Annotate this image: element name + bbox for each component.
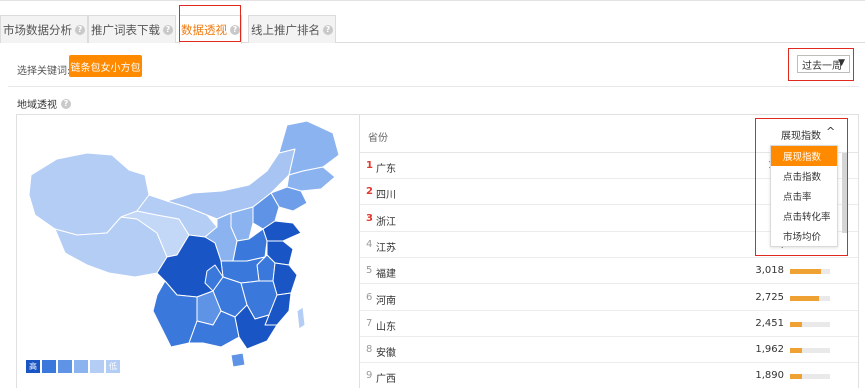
row-rank: 8 xyxy=(366,344,373,356)
row-bar-fill xyxy=(790,269,822,275)
row-province: 广西 xyxy=(376,374,396,386)
row-province: 河南 xyxy=(376,295,396,307)
row-bar-fill xyxy=(790,321,802,327)
tab-bar: 市场数据分析? 推广词表下载? 数据透视? 线上推广排名? xyxy=(0,14,865,44)
region-hainan xyxy=(230,352,246,368)
help-icon[interactable]: ? xyxy=(163,24,173,35)
row-bar-fill xyxy=(790,348,802,354)
row-province: 安徽 xyxy=(376,348,396,360)
row-value: 3,018 xyxy=(755,265,784,277)
tab-market-analysis[interactable]: 市场数据分析? xyxy=(0,15,88,43)
row-rank: 6 xyxy=(366,291,373,303)
legend-low: 低 xyxy=(106,360,120,373)
top-rule xyxy=(0,0,865,3)
section-title: 地域透视? xyxy=(17,96,71,111)
legend-swatch xyxy=(90,360,104,373)
row-bar-fill xyxy=(790,295,819,301)
col-province-header: 省份 xyxy=(368,133,388,144)
legend-swatch xyxy=(74,360,88,373)
legend-high: 高 xyxy=(26,360,40,373)
keyword-button[interactable]: 链条包女小方包 xyxy=(69,55,142,77)
help-icon[interactable]: ? xyxy=(323,24,333,35)
row-province: 四川 xyxy=(376,190,396,202)
table-row[interactable]: 7 山东 2,451 xyxy=(360,311,858,337)
row-value: 2,725 xyxy=(755,291,784,303)
divider xyxy=(8,86,859,87)
region-zhejiang xyxy=(272,262,298,296)
row-rank: 9 xyxy=(366,370,373,382)
row-rank: 3 xyxy=(366,212,373,224)
tab-label: 市场数据分析 xyxy=(3,22,72,37)
section-title-text: 地域透视 xyxy=(17,100,57,111)
row-rank: 4 xyxy=(366,238,373,250)
region-taiwan xyxy=(296,306,306,330)
row-province: 广东 xyxy=(376,164,396,175)
row-province: 江苏 xyxy=(376,242,396,254)
row-bar xyxy=(790,295,830,301)
row-rank: 2 xyxy=(366,186,373,198)
table-row[interactable]: 8 安徽 1,962 xyxy=(360,337,858,364)
row-province: 山东 xyxy=(376,321,396,333)
row-rank: 1 xyxy=(366,160,373,171)
keyword-label: 选择关键词: xyxy=(17,66,71,77)
tab-label: 推广词表下载 xyxy=(91,22,160,37)
table-row[interactable]: 9 广西 1,890 xyxy=(360,363,858,388)
table-row[interactable]: 6 河南 2,725 xyxy=(360,285,858,311)
row-rank: 5 xyxy=(366,265,373,277)
row-value: 2,451 xyxy=(755,317,784,329)
row-bar-fill xyxy=(790,374,802,380)
china-map xyxy=(28,120,340,368)
highlight-box-dropdown xyxy=(755,118,848,256)
legend-swatch xyxy=(58,360,72,373)
row-bar xyxy=(790,374,830,380)
row-province: 福建 xyxy=(376,269,396,281)
row-value: 1,890 xyxy=(755,370,784,382)
row-rank: 7 xyxy=(366,317,373,329)
tab-online-ranking[interactable]: 线上推广排名? xyxy=(248,15,336,43)
help-icon[interactable]: ? xyxy=(61,98,71,109)
row-value: 1,962 xyxy=(755,344,784,356)
map-panel xyxy=(16,114,360,388)
tab-keyword-download[interactable]: 推广词表下载? xyxy=(88,15,176,43)
highlight-box-period xyxy=(788,48,854,81)
row-bar xyxy=(790,269,830,275)
help-icon[interactable]: ? xyxy=(75,24,85,35)
legend-swatch xyxy=(42,360,56,373)
row-bar xyxy=(790,348,830,354)
row-province: 浙江 xyxy=(376,216,396,228)
row-bar xyxy=(790,321,830,327)
highlight-box-tab xyxy=(179,5,241,42)
tab-label: 线上推广排名 xyxy=(251,22,320,37)
table-row[interactable]: 5 福建 3,018 xyxy=(360,258,858,285)
map-legend: 高 低 xyxy=(26,360,122,373)
